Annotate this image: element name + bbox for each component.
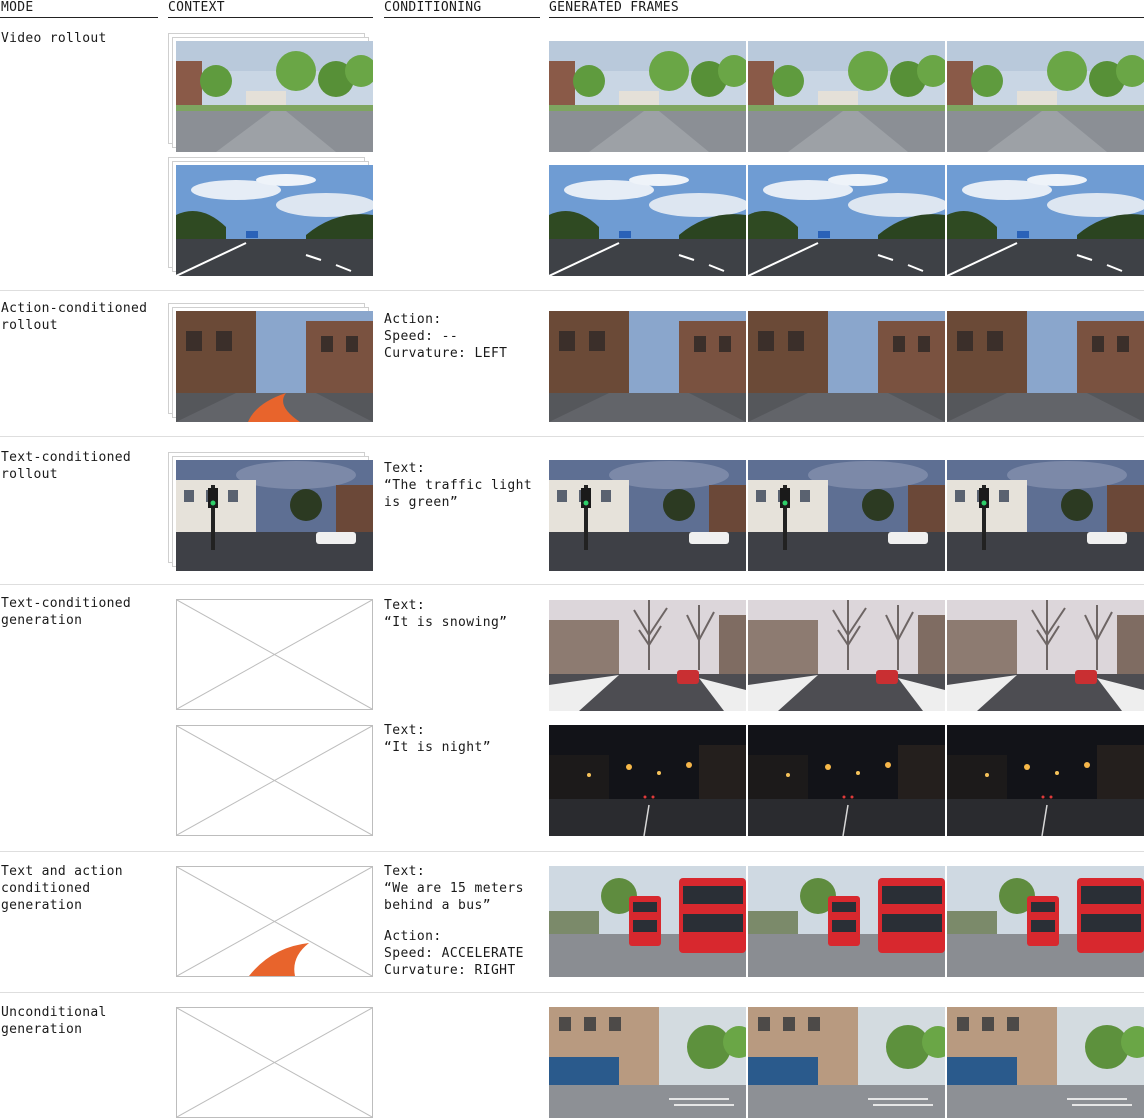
generated-frame (947, 725, 1144, 836)
context-frame (176, 460, 373, 571)
mode-label: Text-conditioned generation (1, 596, 132, 628)
header-rule-conditioning (384, 17, 540, 18)
conditioning-text: Text: “The traffic light is green” (384, 461, 533, 510)
empty-context-placeholder (176, 866, 373, 977)
header-conditioning: CONDITIONING (384, 0, 482, 15)
row-separator (0, 290, 1144, 291)
header-rule-mode (0, 17, 158, 18)
context-frame (176, 311, 373, 422)
generated-frame (947, 460, 1144, 571)
generated-frame (947, 1007, 1144, 1118)
generated-frame (947, 866, 1144, 977)
conditioning-text: Text: “It is night” (384, 723, 491, 755)
generated-frame (549, 460, 746, 571)
row-separator (0, 436, 1144, 437)
generated-frame (549, 1007, 746, 1118)
header-generated-frames: GENERATED FRAMES (549, 0, 680, 15)
generated-frame (748, 165, 945, 276)
conditioning-text: Text: “We are 15 meters behind a bus” (384, 864, 524, 913)
context-frame (176, 41, 373, 152)
conditioning-text: Action: Speed: ACCELERATE Curvature: RIG… (384, 929, 524, 978)
mode-label: Action-conditioned rollout (1, 301, 148, 333)
generated-frame (748, 311, 945, 422)
empty-context-placeholder (176, 599, 373, 710)
conditioning-text: Action: Speed: -- Curvature: LEFT (384, 312, 508, 361)
generated-frame (947, 41, 1144, 152)
row-separator (0, 584, 1144, 585)
trajectory-icon (249, 943, 309, 976)
empty-context-placeholder (176, 725, 373, 836)
mode-label: Unconditional generation (1, 1005, 107, 1037)
generated-frame (947, 165, 1144, 276)
conditioning-text: Text: “It is snowing” (384, 598, 508, 630)
header-rule-context (168, 17, 373, 18)
mode-label: Text and action conditioned generation (1, 864, 123, 913)
generated-frame (549, 311, 746, 422)
header-mode: MODE (1, 0, 34, 15)
generated-frame (947, 311, 1144, 422)
generated-frame (748, 725, 945, 836)
generated-frame (748, 1007, 945, 1118)
generated-frame (549, 866, 746, 977)
generated-frame (748, 600, 945, 711)
generated-frame (549, 725, 746, 836)
row-separator (0, 851, 1144, 852)
generated-frame (549, 600, 746, 711)
generated-frame (549, 165, 746, 276)
header-rule-generated (549, 17, 1144, 18)
context-frame (176, 165, 373, 276)
generated-frame (947, 600, 1144, 711)
empty-context-placeholder (176, 1007, 373, 1118)
row-separator (0, 992, 1144, 993)
generated-frame (748, 866, 945, 977)
generated-frame (748, 41, 945, 152)
header-context: CONTEXT (168, 0, 225, 15)
generated-frame (748, 460, 945, 571)
mode-label: Video rollout (1, 31, 107, 46)
generated-frame (549, 41, 746, 152)
mode-label: Text-conditioned rollout (1, 450, 132, 482)
